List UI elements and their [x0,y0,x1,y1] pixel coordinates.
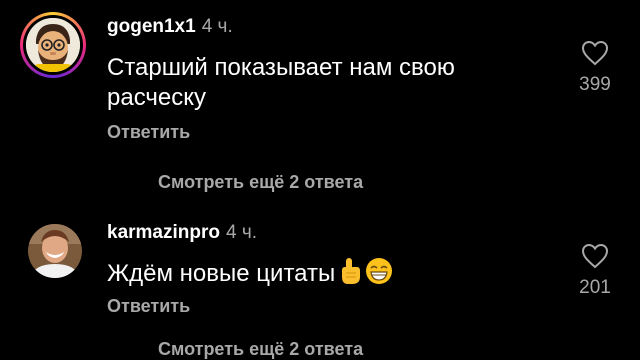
like-column: 399 [565,40,625,96]
comment-1: gogen1x1 4 ч. Старший показывает нам свою… [0,0,640,160]
reply-button[interactable]: Ответить [107,122,190,143]
username[interactable]: karmazinpro [107,222,220,243]
avatar[interactable] [28,224,82,278]
reply-button[interactable]: Ответить [107,296,190,317]
comment-text-line: расческу [107,84,207,111]
username[interactable]: gogen1x1 [107,16,196,37]
comment-meta: gogen1x1 4 ч. [107,16,233,38]
like-column: 201 [565,243,625,299]
grinning-face-icon [365,257,393,293]
comment-2: karmazinpro 4 ч. Ждём новые цитаты Ответи… [0,210,640,330]
comment-text: Ждём новые цитаты [107,257,393,293]
avatar-story-ring[interactable] [20,12,86,78]
comment-text-line: Ждём новые цитаты [107,260,336,287]
avatar [26,18,80,72]
view-more-replies[interactable]: Смотреть ещё 2 ответа [158,172,363,193]
like-count: 201 [579,277,611,298]
comment-text-line: Старший показывает нам свою [107,54,455,81]
pointing-up-icon [337,257,363,293]
like-count: 399 [579,74,611,95]
timestamp: 4 ч. [225,222,258,243]
comment-meta: karmazinpro 4 ч. [107,222,257,244]
view-more-replies[interactable]: Смотреть ещё 2 ответа [158,339,363,360]
timestamp: 4 ч. [201,16,233,37]
heart-icon[interactable] [581,243,609,269]
comment-text: Старший показывает нам свою расческу [107,53,455,113]
heart-icon[interactable] [581,40,609,66]
